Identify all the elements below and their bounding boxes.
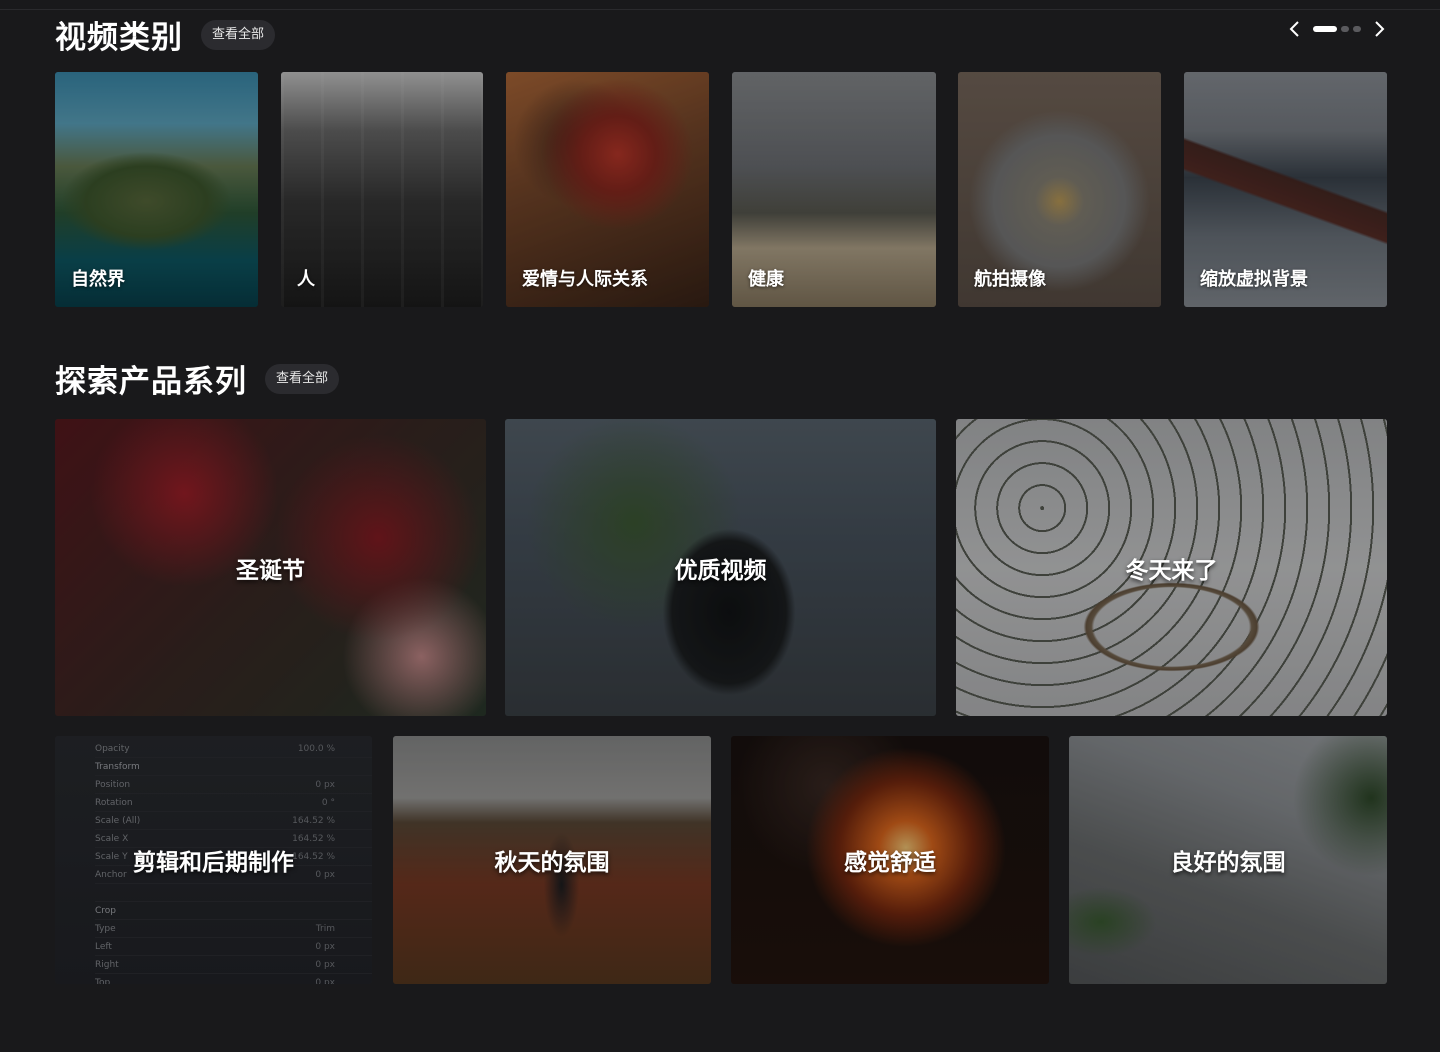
- carousel-dot-2[interactable]: [1341, 26, 1349, 32]
- collection-label: 圣诞节: [236, 557, 305, 584]
- category-label: 爱情与人际关系: [522, 269, 648, 290]
- collection-label: 优质视频: [674, 557, 767, 584]
- category-label: 健康: [748, 269, 784, 290]
- carousel-dots: [1313, 26, 1361, 32]
- carousel-dot-3[interactable]: [1353, 26, 1361, 32]
- collection-label: 冬天来了: [1125, 557, 1218, 584]
- collections-title: 探索产品系列: [55, 364, 247, 400]
- category-card-virtual-background[interactable]: 缩放虚拟背景: [1184, 72, 1387, 307]
- category-label: 自然界: [71, 269, 125, 290]
- category-card-nature[interactable]: 自然界: [55, 72, 258, 307]
- carousel-dot-1[interactable]: [1313, 26, 1337, 32]
- collection-label: 感觉舒适: [844, 850, 936, 876]
- collections-header: 探索产品系列 查看全部: [55, 356, 340, 401]
- category-label: 航拍摄像: [974, 269, 1046, 290]
- collection-label: 良好的氛围: [1170, 850, 1286, 876]
- categories-header: 视频类别 查看全部: [55, 12, 276, 57]
- collection-card-cozy[interactable]: 感觉舒适: [731, 736, 1049, 984]
- category-card-people[interactable]: 人: [281, 72, 483, 307]
- categories-title: 视频类别: [55, 20, 183, 56]
- category-card-love[interactable]: 爱情与人际关系: [506, 72, 709, 307]
- collection-card-premium-video[interactable]: 优质视频: [505, 419, 936, 716]
- category-label: 人: [297, 269, 315, 290]
- categories-carousel-controls: [1287, 18, 1387, 40]
- collection-card-winter[interactable]: 冬天来了: [956, 419, 1387, 716]
- collection-card-christmas[interactable]: 圣诞节: [55, 419, 486, 716]
- collections-view-all-button[interactable]: 查看全部: [265, 363, 340, 394]
- chevron-left-icon[interactable]: [1287, 18, 1303, 40]
- collection-label: 秋天的氛围: [494, 850, 610, 876]
- collection-card-editing[interactable]: Opacity 100.0 % Transform Position 0 px Rotat…: [55, 736, 372, 984]
- collection-label: 剪辑和后期制作: [133, 850, 294, 876]
- category-card-health[interactable]: 健康: [732, 72, 936, 307]
- category-card-aerial[interactable]: 航拍摄像: [958, 72, 1161, 307]
- top-divider: [0, 9, 1440, 10]
- category-label: 缩放虚拟背景: [1200, 269, 1308, 290]
- collection-card-autumn[interactable]: 秋天的氛围: [393, 736, 711, 984]
- chevron-right-icon[interactable]: [1371, 18, 1387, 40]
- categories-view-all-button[interactable]: 查看全部: [201, 19, 276, 50]
- collection-card-good-vibes[interactable]: 良好的氛围: [1069, 736, 1387, 984]
